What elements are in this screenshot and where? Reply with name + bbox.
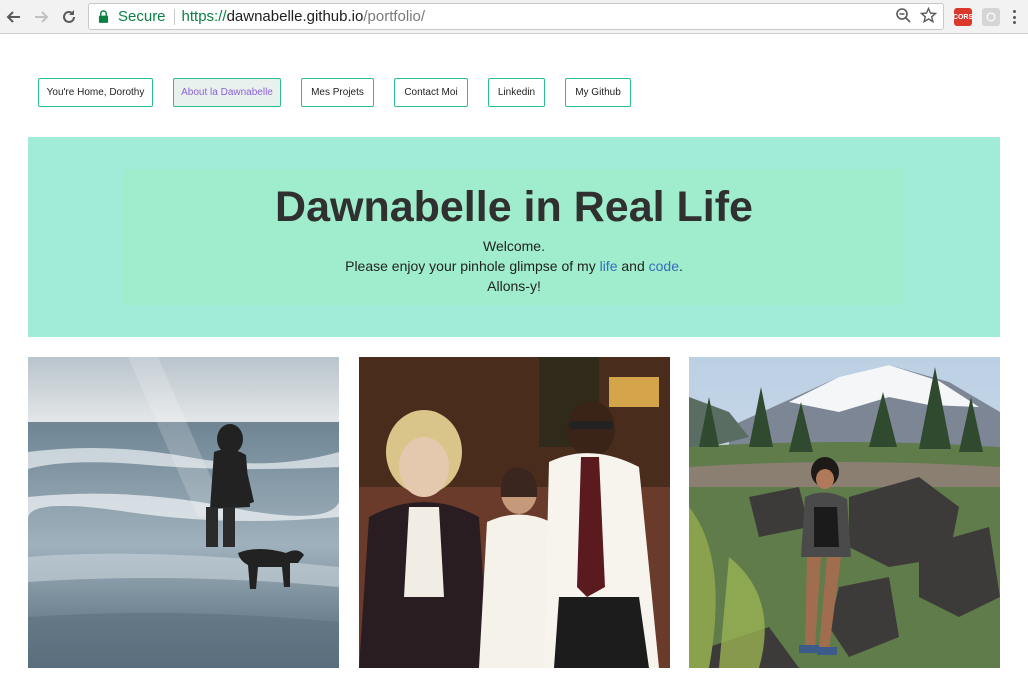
browser-toolbar: Secure https://dawnabelle.github.io/port… — [0, 0, 1028, 34]
extension-icon[interactable] — [982, 8, 1000, 26]
life-link[interactable]: life — [600, 258, 618, 274]
nav-github-button[interactable]: My Github — [565, 78, 631, 107]
url-domain: dawnabelle.github.io — [226, 8, 364, 25]
nav-contact-button[interactable]: Contact Moi — [394, 78, 468, 107]
cors-extension-icon[interactable]: CORS — [953, 8, 973, 26]
intro-and: and — [617, 258, 649, 274]
address-bar[interactable]: Secure https://dawnabelle.github.io/port… — [88, 3, 944, 30]
nav-projects-button[interactable]: Mes Projets — [301, 78, 374, 107]
nav-linkedin-button[interactable]: Linkedin — [488, 78, 545, 107]
sign-off-text: Allons-y! — [487, 278, 541, 294]
beach-photo — [28, 357, 339, 668]
zoom-icon[interactable] — [895, 7, 912, 28]
hero-banner: Dawnabelle in Real Life Welcome. Please … — [28, 137, 1000, 337]
browser-menu-icon[interactable] — [1008, 8, 1020, 26]
intro-text: Please enjoy your pinhole glimpse of my … — [124, 256, 904, 276]
family-photo — [359, 357, 670, 668]
nav-about-button[interactable]: About la Dawnabelle — [173, 78, 281, 107]
reload-icon[interactable] — [57, 5, 81, 29]
hero-content: Dawnabelle in Real Life Welcome. Please … — [124, 169, 904, 305]
secure-label: Secure — [118, 8, 166, 25]
back-arrow-icon[interactable] — [2, 5, 26, 29]
address-separator — [173, 8, 175, 25]
intro-prefix: Please enjoy your pinhole glimpse of my — [345, 258, 600, 274]
url-scheme: https:// — [181, 8, 227, 25]
url-text[interactable]: https://dawnabelle.github.io/portfolio/ — [182, 8, 426, 25]
url-path: /portfolio/ — [363, 8, 426, 25]
page-title: Dawnabelle in Real Life — [275, 183, 753, 231]
welcome-text: Welcome. — [483, 238, 545, 254]
intro-period: . — [678, 258, 683, 274]
lock-icon — [98, 10, 110, 24]
nav-home-button[interactable]: You're Home, Dorothy — [38, 78, 153, 107]
mountain-photo — [689, 357, 1000, 668]
forward-arrow-icon[interactable] — [29, 5, 53, 29]
bookmark-star-icon[interactable] — [919, 6, 938, 28]
code-link[interactable]: code — [649, 258, 679, 274]
